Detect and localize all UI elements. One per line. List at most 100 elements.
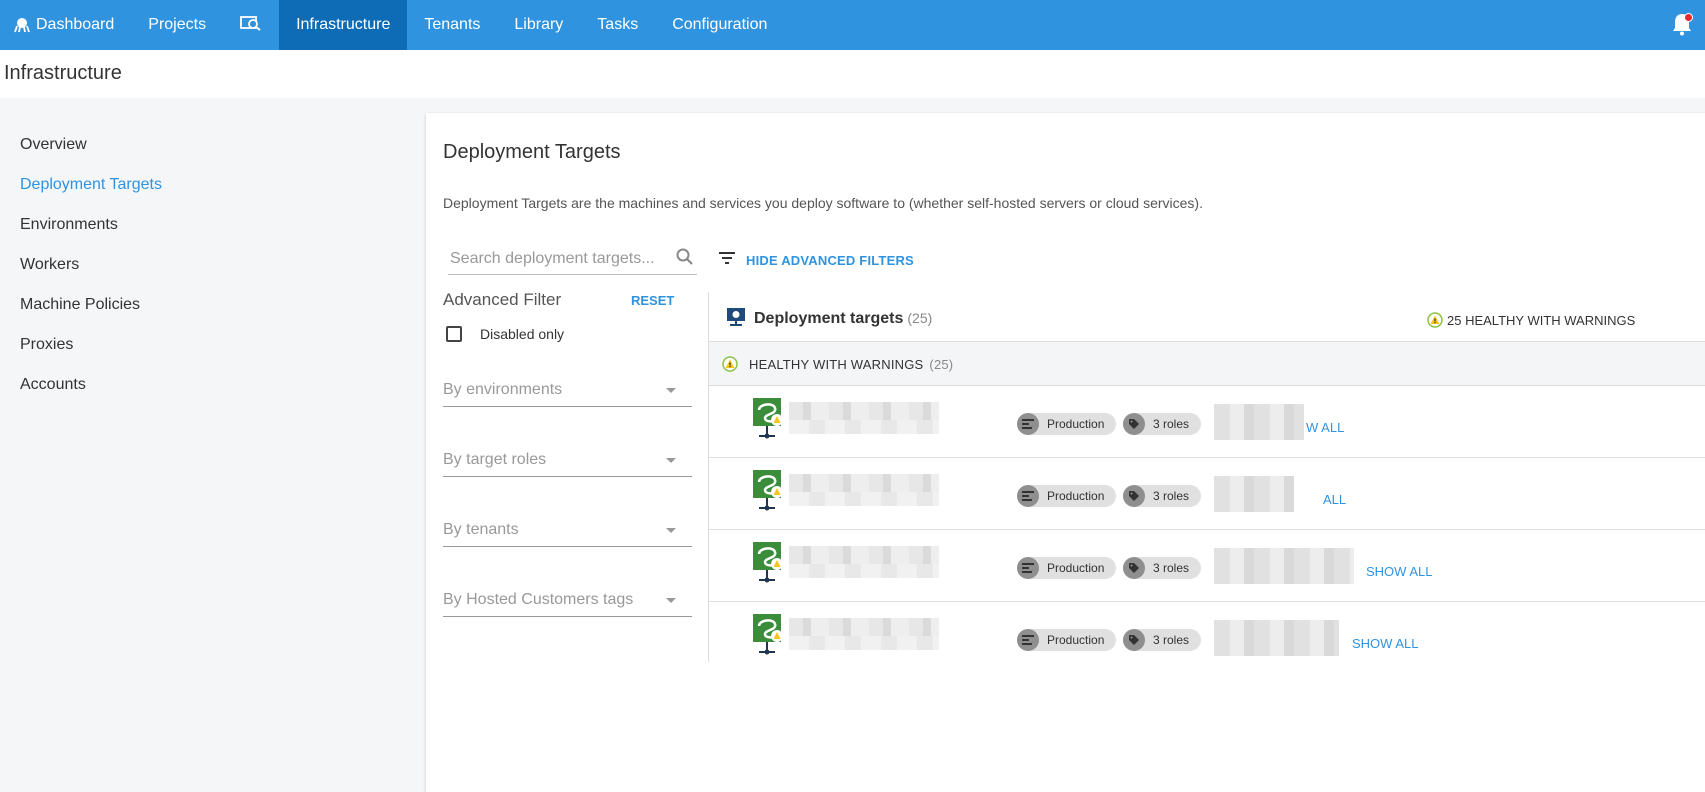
tenants-dropdown[interactable]: By tenants	[443, 512, 692, 547]
tag-icon	[1123, 629, 1145, 651]
warning-icon	[722, 356, 738, 372]
top-nav: Dashboard Projects Infrastructure Tenant…	[0, 0, 1705, 50]
environment-icon	[1017, 557, 1039, 579]
octopus-machine-icon	[751, 396, 787, 440]
roles-chip[interactable]: 3 roles	[1123, 629, 1202, 651]
show-all-link[interactable]: SHOW ALL	[1352, 636, 1418, 651]
target-roles-dropdown[interactable]: By target roles	[443, 442, 692, 477]
environment-icon	[1017, 629, 1039, 651]
nav-infrastructure-label: Infrastructure	[296, 16, 391, 33]
nav-tasks[interactable]: Tasks	[580, 0, 655, 50]
octopus-machine-icon	[751, 468, 787, 512]
roles-label: 3 roles	[1153, 561, 1190, 575]
environments-dropdown-label: By environments	[443, 381, 563, 398]
target-subtitle-redacted	[789, 636, 939, 650]
environment-chip[interactable]: Production	[1017, 413, 1117, 435]
environment-label: Production	[1047, 489, 1105, 503]
environment-label: Production	[1047, 633, 1105, 647]
list-title: Deployment targets (25)	[754, 310, 932, 328]
roles-chip[interactable]: 3 roles	[1123, 413, 1202, 435]
target-subtitle-redacted	[789, 420, 939, 434]
health-summary-text: 25 HEALTHY WITH WARNINGS	[1447, 312, 1636, 328]
card-description: Deployment Targets are the machines and …	[443, 195, 1203, 211]
tag-icon	[1123, 485, 1145, 507]
table-row[interactable]: Production 3 roles SHOW ALL	[709, 530, 1705, 602]
hosted-customers-tags-dropdown-label: By Hosted Customers tags	[443, 591, 634, 608]
tag-icon	[1123, 557, 1145, 579]
octopus-machine-icon	[751, 540, 787, 584]
environment-chip[interactable]: Production	[1017, 557, 1117, 579]
show-all-link[interactable]: W ALL	[1306, 420, 1344, 435]
sidebar-item-proxies[interactable]: Proxies	[20, 336, 73, 354]
disabled-only-checkbox[interactable]: Disabled only	[446, 326, 564, 342]
environment-label: Production	[1047, 561, 1105, 575]
hosted-customers-tags-dropdown[interactable]: By Hosted Customers tags	[443, 582, 692, 617]
roles-redacted	[1214, 548, 1354, 584]
roles-redacted	[1214, 404, 1304, 440]
group-header-healthy-with-warnings[interactable]: HEALTHY WITH WARNINGS (25)	[709, 341, 1705, 386]
target-subtitle-redacted	[789, 564, 939, 578]
advanced-filter-title: Advanced Filter	[443, 290, 562, 309]
nav-tenants-label: Tenants	[424, 16, 481, 33]
show-all-link[interactable]: SHOW ALL	[1366, 564, 1432, 579]
roles-redacted	[1214, 620, 1339, 656]
sidebar-item-deployment-targets[interactable]: Deployment Targets	[20, 176, 162, 194]
nav-infrastructure[interactable]: Infrastructure	[279, 0, 408, 50]
hide-advanced-filters-label: HIDE ADVANCED FILTERS	[746, 253, 914, 268]
roles-label: 3 roles	[1153, 417, 1190, 431]
search-box	[448, 244, 697, 275]
nav-projects[interactable]: Projects	[131, 0, 223, 50]
tenants-dropdown-label: By tenants	[443, 521, 519, 538]
list-count: (25)	[907, 310, 933, 326]
roles-chip[interactable]: 3 roles	[1123, 557, 1202, 579]
nav-dashboard[interactable]: Dashboard	[0, 0, 131, 50]
environment-chip[interactable]: Production	[1017, 629, 1117, 651]
search-input[interactable]	[448, 244, 662, 274]
filter-list-icon	[718, 251, 736, 270]
nav-library-label: Library	[514, 16, 564, 33]
bell-icon[interactable]	[1671, 12, 1695, 38]
hide-advanced-filters-button[interactable]: HIDE ADVANCED FILTERS	[718, 251, 914, 270]
sidebar-item-accounts[interactable]: Accounts	[20, 376, 86, 394]
list-header: Deployment targets (25) 25 HEALTHY WITH W…	[709, 292, 1705, 341]
nav-dashboard-label: Dashboard	[36, 16, 115, 33]
sidebar-item-overview[interactable]: Overview	[20, 136, 87, 154]
group-label: HEALTHY WITH WARNINGS (25)	[722, 356, 953, 372]
nav-library[interactable]: Library	[497, 0, 580, 50]
card-title: Deployment Targets	[443, 141, 621, 163]
environments-dropdown[interactable]: By environments	[443, 372, 692, 407]
checkbox-box[interactable]	[446, 326, 462, 342]
table-row[interactable]: Production 3 roles SHOW ALL	[709, 602, 1705, 662]
tag-icon	[1123, 413, 1145, 435]
group-label-text: HEALTHY WITH WARNINGS	[749, 357, 924, 372]
nav-projects-label: Projects	[148, 16, 207, 33]
sidebar-item-environments[interactable]: Environments	[20, 216, 118, 234]
deployment-targets-card: Deployment Targets Deployment Targets ar…	[426, 113, 1705, 792]
nav-search-machines[interactable]	[223, 0, 279, 50]
chevron-down-icon	[666, 458, 676, 463]
reset-button[interactable]: RESET	[631, 293, 674, 308]
sidebar-item-workers[interactable]: Workers	[20, 256, 79, 274]
warning-icon	[1427, 312, 1443, 328]
sidebar-item-machine-policies[interactable]: Machine Policies	[20, 296, 140, 314]
chevron-down-icon	[666, 598, 676, 603]
roles-chip[interactable]: 3 roles	[1123, 485, 1202, 507]
octopus-icon	[14, 17, 30, 33]
environment-chip[interactable]: Production	[1017, 485, 1117, 507]
disabled-only-label: Disabled only	[480, 326, 565, 342]
deployment-targets-list: Deployment targets (25) 25 HEALTHY WITH W…	[708, 292, 1705, 662]
environment-label: Production	[1047, 417, 1105, 431]
title-bar: Infrastructure	[0, 50, 1705, 98]
nav-tenants[interactable]: Tenants	[407, 0, 497, 50]
roles-label: 3 roles	[1153, 489, 1190, 503]
search-icon[interactable]	[675, 247, 695, 272]
nav-configuration[interactable]: Configuration	[655, 0, 784, 50]
environment-icon	[1017, 485, 1039, 507]
search-machines-icon	[240, 15, 262, 36]
show-all-link[interactable]: ALL	[1323, 492, 1346, 507]
table-row[interactable]: Production 3 roles W ALL	[709, 386, 1705, 458]
table-row[interactable]: Production 3 roles ALL	[709, 458, 1705, 530]
list-title-text: Deployment targets	[754, 310, 904, 327]
page-title: Infrastructure	[4, 62, 122, 84]
notification-badge	[1684, 13, 1693, 22]
